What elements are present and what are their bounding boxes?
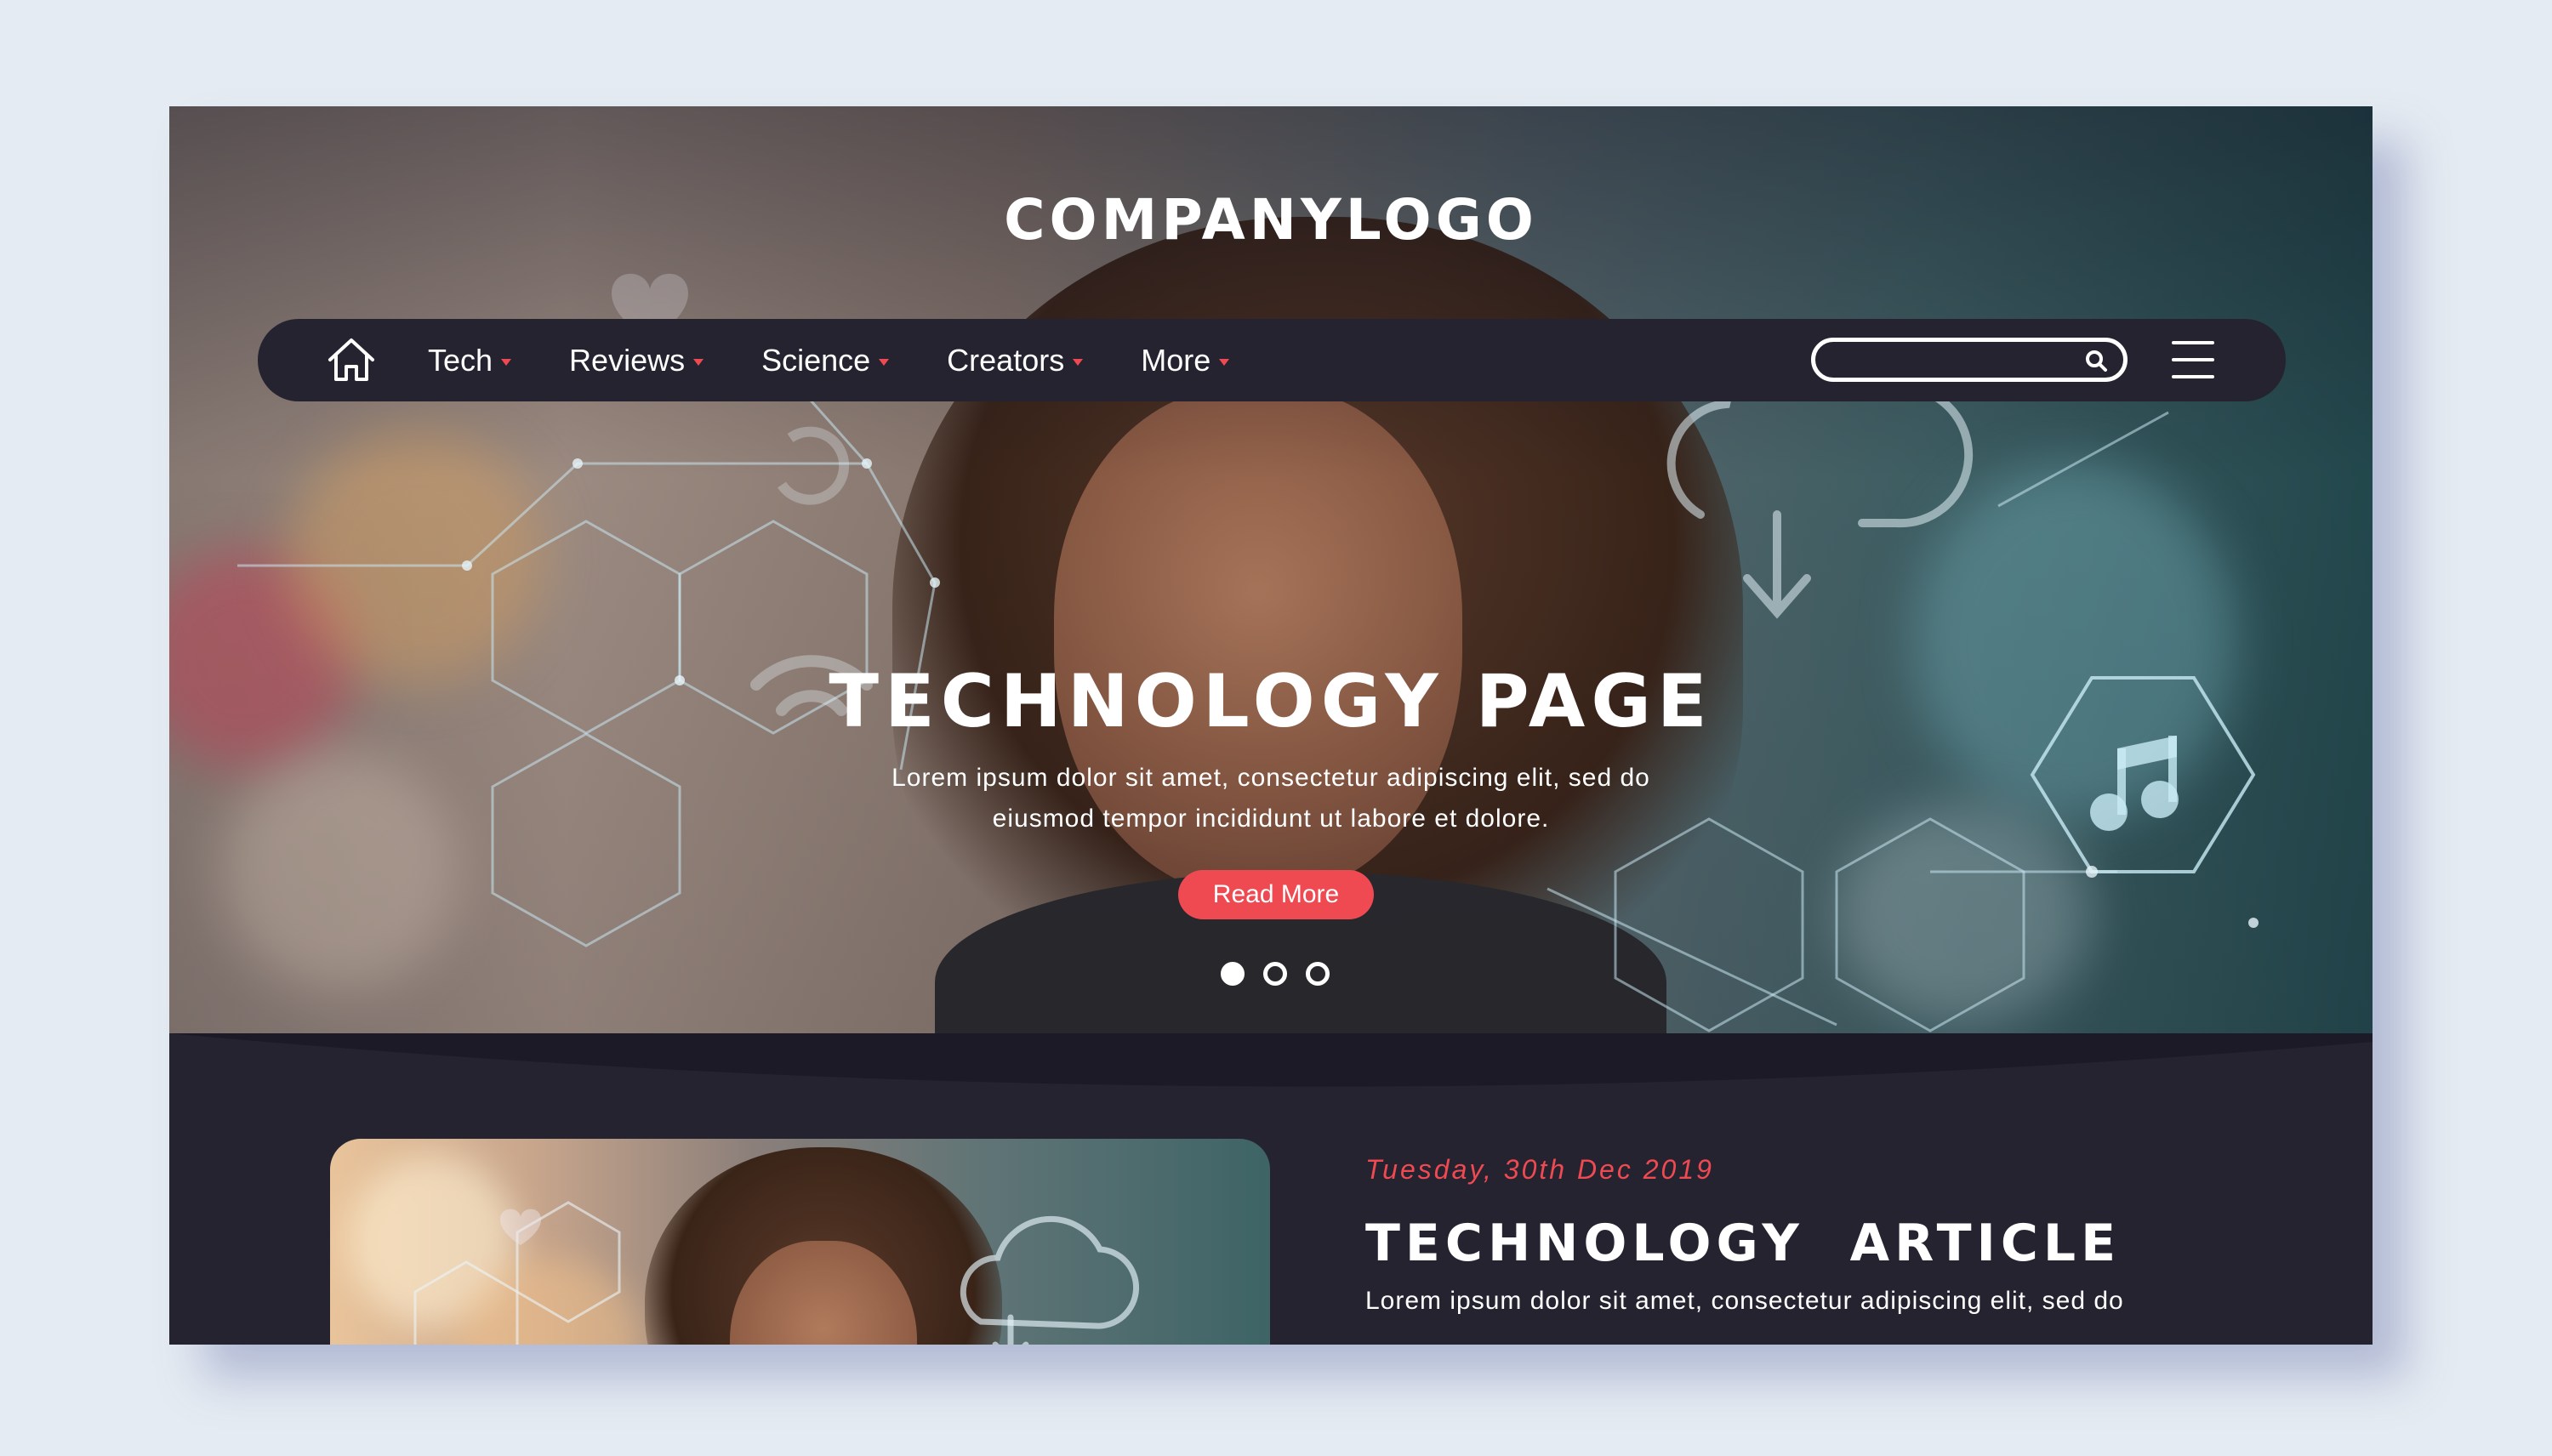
carousel-dot-1[interactable] [1221, 962, 1245, 986]
nav-item-label: Reviews [569, 342, 686, 378]
article-description: Lorem ipsum dolor sit amet, consectetur … [1365, 1287, 2124, 1315]
nav-item-creators[interactable]: Creators [947, 342, 1084, 378]
hero-description: Lorem ipsum dolor sit amet, consectetur … [891, 764, 1650, 833]
company-logo[interactable]: COMPANYLOGO [169, 187, 2373, 253]
nav-item-label: Tech [428, 342, 493, 378]
dropdown-caret-icon [879, 358, 890, 366]
nav-item-tech[interactable]: Tech [428, 342, 512, 378]
carousel-dot-2[interactable] [1263, 962, 1287, 986]
article-thumbnail[interactable] [330, 1139, 1270, 1345]
nav-item-more[interactable]: More [1141, 342, 1230, 378]
hamburger-icon[interactable] [2172, 338, 2214, 382]
dropdown-caret-icon [693, 358, 704, 366]
carousel-indicators [1221, 962, 1330, 986]
article-title[interactable]: TECHNOLOGY ARTICLE [1365, 1214, 2121, 1273]
nav-menu: Tech Reviews Science Creators More [428, 319, 1287, 401]
search-box [1811, 338, 2128, 382]
home-icon[interactable] [326, 336, 377, 384]
nav-item-label: Science [761, 342, 871, 378]
read-more-button[interactable]: Read More [1178, 870, 1374, 919]
nav-item-label: More [1141, 342, 1211, 378]
section-divider [169, 1033, 2373, 1087]
hero-title: TECHNOLOGY PAGE [829, 659, 1713, 744]
hero-banner: COMPANYLOGO Tech Reviews Science Creator… [169, 106, 2373, 1033]
nav-item-reviews[interactable]: Reviews [569, 343, 704, 378]
main-navbar: Tech Reviews Science Creators More [258, 319, 2286, 401]
dropdown-caret-icon [1073, 358, 1084, 366]
dropdown-caret-icon [501, 358, 512, 366]
thumb-network-overlay [413, 1201, 1139, 1345]
nav-item-label: Creators [947, 342, 1065, 378]
search-icon[interactable] [2084, 349, 2108, 373]
article-date: Tuesday, 30th Dec 2019 [1365, 1154, 1714, 1185]
carousel-dot-3[interactable] [1306, 962, 1330, 986]
nav-item-science[interactable]: Science [761, 342, 890, 378]
search-input[interactable] [1832, 342, 2088, 378]
website-frame: COMPANYLOGO Tech Reviews Science Creator… [169, 106, 2373, 1345]
dropdown-caret-icon [1219, 358, 1230, 366]
